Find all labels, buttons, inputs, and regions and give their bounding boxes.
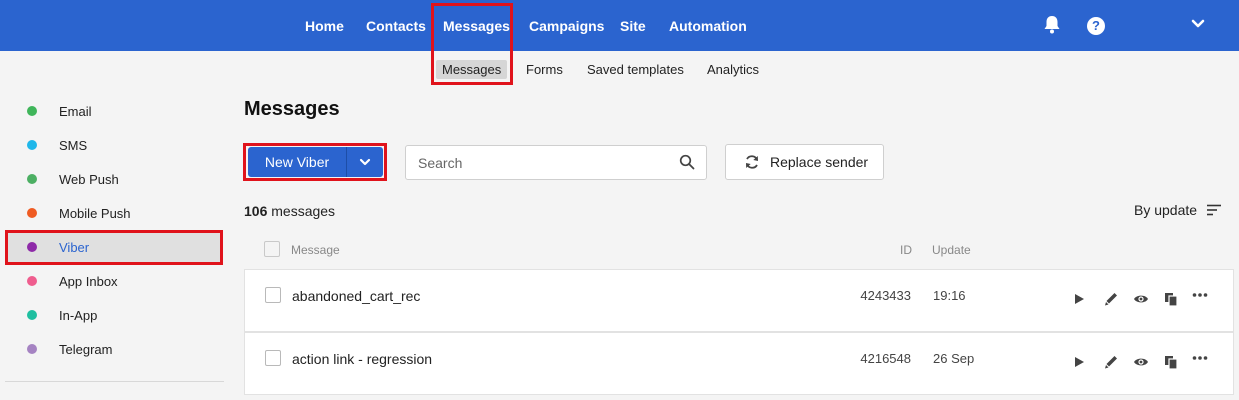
eye-icon[interactable]	[1133, 354, 1149, 370]
row-checkbox[interactable]	[265, 350, 281, 366]
sort-icon	[1207, 204, 1222, 216]
sidebar-item-label: In-App	[59, 307, 98, 323]
eye-icon[interactable]	[1133, 291, 1149, 307]
subnav-analytics[interactable]: Analytics	[707, 62, 759, 77]
sidebar-item-web-push[interactable]: Web Push	[6, 164, 222, 194]
table-row[interactable]: action link - regression 4216548 26 Sep	[244, 332, 1234, 395]
status-dot	[27, 276, 37, 286]
message-update: 26 Sep	[933, 351, 975, 366]
sidebar-item-telegram[interactable]: Telegram	[6, 334, 222, 364]
message-id: 4216548	[860, 351, 911, 366]
refresh-icon	[746, 155, 758, 169]
edit-icon[interactable]	[1103, 354, 1119, 370]
sidebar-item-label: App Inbox	[59, 273, 118, 289]
replace-sender-button[interactable]: Replace sender	[725, 144, 884, 180]
search-input[interactable]	[406, 146, 666, 179]
count-number: 106	[244, 203, 268, 219]
message-name[interactable]: action link - regression	[292, 351, 432, 367]
help-icon[interactable]: ?	[1087, 17, 1105, 35]
highlight-messages	[431, 3, 513, 85]
status-dot	[27, 174, 37, 184]
sidebar-divider	[5, 381, 224, 382]
sidebar-item-sms[interactable]: SMS	[6, 130, 222, 160]
highlight-new-viber	[243, 143, 387, 181]
sidebar-item-label: Telegram	[59, 341, 113, 357]
sidebar-item-label: SMS	[59, 137, 88, 153]
chevron-down-icon[interactable]	[1191, 19, 1205, 29]
more-icon[interactable]	[1192, 350, 1208, 366]
subnav-forms[interactable]: Forms	[526, 62, 563, 77]
sidebar-item-label: Email	[59, 103, 92, 119]
select-all-checkbox[interactable]	[264, 241, 280, 257]
message-id: 4243433	[860, 288, 911, 303]
sort-dropdown[interactable]: By update	[1134, 202, 1222, 218]
sidebar-item-mobile-push[interactable]: Mobile Push	[6, 198, 222, 228]
search-icon[interactable]	[679, 154, 695, 170]
edit-icon[interactable]	[1103, 291, 1119, 307]
nav-home[interactable]: Home	[305, 18, 344, 34]
page-title: Messages	[244, 98, 340, 120]
status-dot	[27, 208, 37, 218]
message-name[interactable]: abandoned_cart_rec	[292, 288, 420, 304]
bell-icon[interactable]	[1043, 15, 1061, 35]
highlight-viber	[5, 230, 223, 265]
table-row[interactable]: abandoned_cart_rec 4243433 19:16	[244, 269, 1234, 332]
status-dot	[27, 344, 37, 354]
more-icon[interactable]	[1192, 287, 1208, 303]
nav-automation[interactable]: Automation	[669, 18, 747, 34]
copy-icon[interactable]	[1163, 354, 1179, 370]
sort-label: By update	[1134, 202, 1198, 218]
copy-icon[interactable]	[1163, 291, 1179, 307]
sidebar-item-label: Web Push	[59, 171, 119, 187]
nav-site[interactable]: Site	[620, 18, 646, 34]
count-suffix: messages	[267, 203, 336, 219]
table-header: Message ID Update	[244, 236, 1234, 266]
column-message[interactable]: Message	[291, 243, 340, 257]
row-checkbox[interactable]	[265, 287, 281, 303]
column-id[interactable]: ID	[900, 243, 912, 257]
nav-contacts[interactable]: Contacts	[366, 18, 426, 34]
messages-count: 106 messages	[244, 203, 335, 219]
column-update[interactable]: Update	[932, 243, 971, 257]
play-icon[interactable]	[1071, 354, 1087, 370]
subnav-saved-templates[interactable]: Saved templates	[587, 62, 684, 77]
status-dot	[27, 310, 37, 320]
nav-campaigns[interactable]: Campaigns	[529, 18, 604, 34]
sidebar-item-in-app[interactable]: In-App	[6, 300, 222, 330]
play-icon[interactable]	[1071, 291, 1087, 307]
message-update: 19:16	[933, 288, 966, 303]
sidebar-item-email[interactable]: Email	[6, 96, 222, 126]
sidebar-item-app-inbox[interactable]: App Inbox	[6, 266, 222, 296]
status-dot	[27, 106, 37, 116]
sidebar-item-label: Mobile Push	[59, 205, 131, 221]
status-dot	[27, 140, 37, 150]
search-field	[405, 145, 707, 180]
replace-sender-label: Replace sender	[770, 154, 869, 170]
